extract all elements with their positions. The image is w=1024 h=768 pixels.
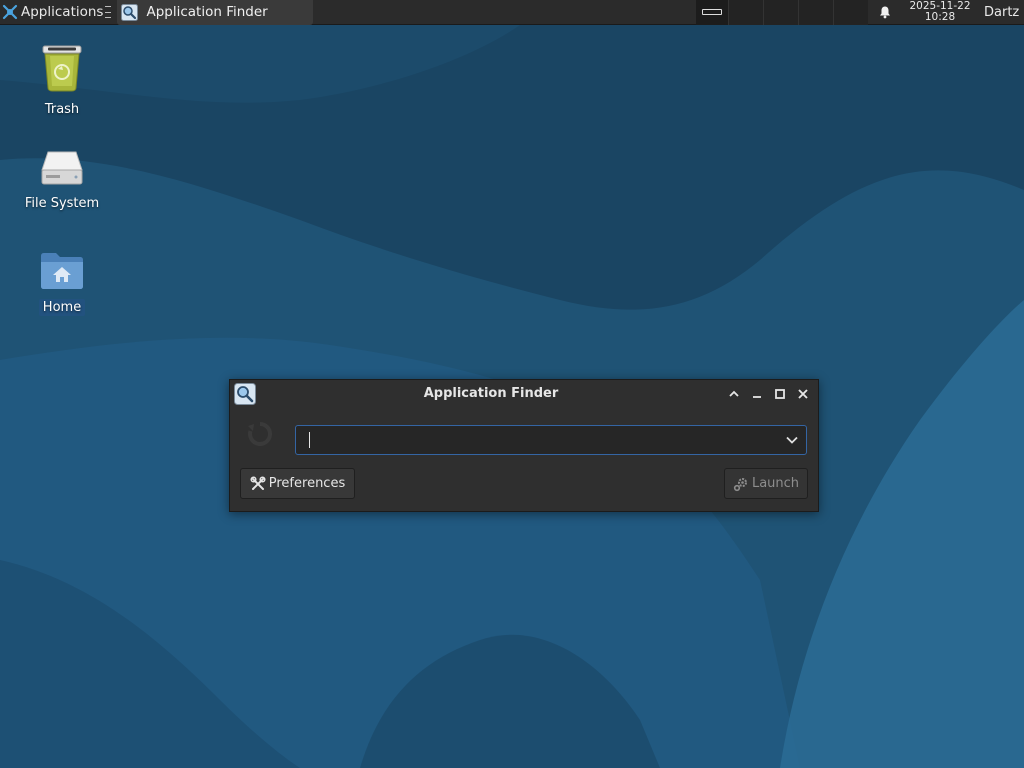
desktop-icon-label: File System (24, 196, 100, 211)
text-cursor (309, 432, 310, 448)
desktop-icon-label: Home (38, 299, 86, 316)
taskbar-button-label: Application Finder (146, 4, 268, 20)
applications-menu-label: Applications (21, 4, 104, 20)
preferences-button[interactable]: Preferences (240, 468, 355, 499)
desktop-icon-home[interactable]: Home (12, 250, 112, 316)
combo-dropdown-button[interactable] (778, 426, 806, 454)
search-icon (121, 3, 139, 21)
desktop-icon-file-system[interactable]: File System (12, 148, 112, 212)
window-title: Application Finder (423, 386, 559, 401)
bell-icon (880, 6, 890, 19)
user-menu[interactable]: Dartz (978, 5, 1024, 20)
clock-time: 10:28 (924, 11, 956, 23)
panel-handle (105, 6, 112, 18)
launch-button[interactable]: Launch (724, 468, 808, 499)
top-panel: Applications Application Finder 2025-11-… (0, 0, 1024, 25)
workspace-1[interactable] (728, 0, 763, 25)
show-desktop-icon (702, 9, 722, 15)
home-folder-icon (41, 253, 83, 289)
clock[interactable]: 2025-11-22 10:28 (902, 1, 978, 23)
workspace-3[interactable] (798, 0, 833, 25)
chevron-up-icon (729, 390, 739, 397)
preferences-label: Preferences (268, 476, 346, 491)
workspace-2[interactable] (763, 0, 798, 25)
shade-button[interactable] (726, 386, 742, 402)
desktop-icon-trash[interactable]: Trash (12, 42, 112, 118)
close-icon (798, 389, 808, 399)
drive-icon (41, 151, 83, 185)
notifications-button[interactable] (868, 0, 902, 25)
launch-label: Launch (751, 476, 800, 491)
maximize-button[interactable] (772, 386, 788, 402)
chevron-down-icon (786, 436, 798, 444)
xfce-mouse-icon (2, 4, 18, 20)
maximize-icon (775, 389, 785, 399)
desktop: Applications Application Finder 2025-11-… (0, 0, 1024, 768)
workspace-4[interactable] (833, 0, 868, 25)
taskbar-button-application-finder[interactable]: Application Finder (117, 0, 314, 25)
application-search-input[interactable] (296, 426, 778, 454)
minimize-button[interactable] (749, 386, 765, 402)
gears-icon (733, 476, 749, 492)
show-desktop-button[interactable] (696, 0, 728, 25)
close-button[interactable] (795, 386, 811, 402)
desktop-icon-label: Trash (44, 102, 80, 117)
trash-icon (42, 45, 82, 92)
minimize-icon (753, 396, 761, 398)
applications-menu-button[interactable]: Applications (0, 0, 115, 25)
application-finder-window: Application Finder Preferences Launch (229, 379, 819, 512)
window-titlebar[interactable]: Application Finder (230, 380, 818, 408)
application-search-combo[interactable] (295, 425, 807, 455)
application-placeholder-icon (248, 421, 273, 446)
tools-icon (250, 475, 266, 492)
